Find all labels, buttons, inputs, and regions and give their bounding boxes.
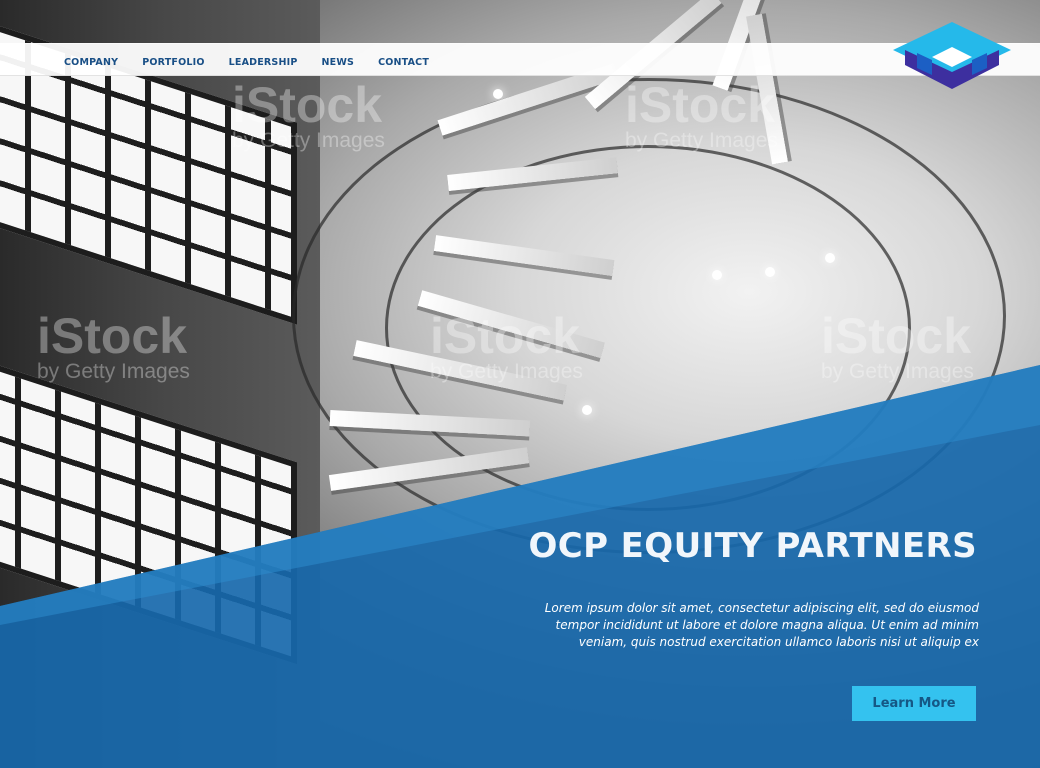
nav-link-contact[interactable]: CONTACT <box>378 57 429 68</box>
watermark-subtitle: by Getty Images <box>625 129 778 152</box>
nav-item-portfolio[interactable]: PORTFOLIO <box>142 50 204 69</box>
watermark-brand: iStock <box>821 308 972 364</box>
homepage: iStock by Getty Images iStock by Getty I… <box>0 0 1040 768</box>
nav-item-leadership[interactable]: LEADERSHIP <box>229 50 298 69</box>
istock-watermark: iStock by Getty Images <box>430 311 583 382</box>
nav-link-company[interactable]: COMPANY <box>64 57 118 68</box>
learn-more-button[interactable]: Learn More <box>852 686 976 721</box>
watermark-subtitle: by Getty Images <box>232 129 385 152</box>
istock-watermark: iStock by Getty Images <box>37 311 190 382</box>
top-navigation: COMPANY PORTFOLIO LEADERSHIP NEWS CONTAC… <box>0 43 1040 76</box>
nav-item-news[interactable]: NEWS <box>322 50 355 69</box>
istock-watermark: iStock by Getty Images <box>821 311 974 382</box>
watermark-subtitle: by Getty Images <box>430 360 583 383</box>
ceiling-light <box>765 267 775 277</box>
watermark-subtitle: by Getty Images <box>37 360 190 383</box>
nav-link-leadership[interactable]: LEADERSHIP <box>229 57 298 68</box>
nav-link-news[interactable]: NEWS <box>322 57 355 68</box>
nav-item-contact[interactable]: CONTACT <box>378 50 429 69</box>
istock-watermark: iStock by Getty Images <box>232 80 385 151</box>
watermark-brand: iStock <box>37 308 188 364</box>
hero-title: OCP EQUITY PARTNERS <box>528 526 977 566</box>
ocp-logo-icon[interactable] <box>893 22 1011 93</box>
nav-item-company[interactable]: COMPANY <box>64 50 118 69</box>
ceiling-light <box>493 89 503 99</box>
ceiling-light <box>825 253 835 263</box>
watermark-subtitle: by Getty Images <box>821 360 974 383</box>
nav-link-portfolio[interactable]: PORTFOLIO <box>142 57 204 68</box>
ceiling-light <box>582 405 592 415</box>
watermark-brand: iStock <box>232 77 383 133</box>
watermark-brand: iStock <box>625 77 776 133</box>
ceiling-light <box>712 270 722 280</box>
hero-description: Lorem ipsum dolor sit amet, consectetur … <box>544 601 979 649</box>
istock-watermark: iStock by Getty Images <box>625 80 778 151</box>
watermark-brand: iStock <box>430 308 581 364</box>
nav-links: COMPANY PORTFOLIO LEADERSHIP NEWS CONTAC… <box>64 44 429 75</box>
